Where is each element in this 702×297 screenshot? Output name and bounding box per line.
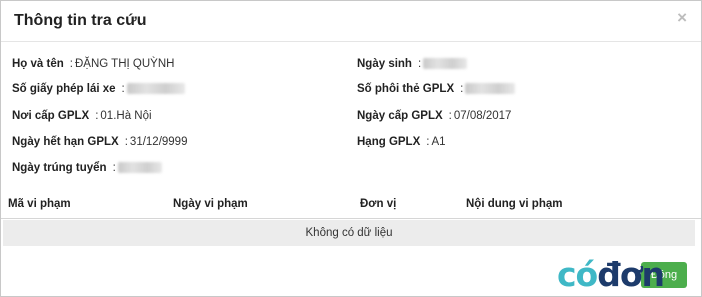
column-header-don-vi: Đơn vị — [360, 198, 397, 210]
field-label: Số giấy phép lái xe — [12, 83, 116, 95]
field-ho-va-ten: Họ và tên: ĐẶNG THỊ QUỲNH — [12, 58, 175, 70]
field-ngay-sinh: Ngày sinh: — [357, 58, 468, 70]
field-ngay-trung-tuyen: Ngày trúng tuyển: — [12, 162, 162, 174]
field-label: Ngày sinh — [357, 58, 412, 70]
dialog-header: Thông tin tra cứu × — [1, 1, 701, 42]
field-label: Số phôi thẻ GPLX — [357, 83, 455, 95]
field-label: Họ và tên — [12, 58, 64, 70]
lookup-dialog: Thông tin tra cứu × Họ và tên: ĐẶNG THỊ Q… — [0, 0, 702, 297]
field-label: Ngày cấp GPLX — [357, 110, 443, 122]
table-empty-row: Không có dữ liệu — [3, 220, 695, 246]
field-value: ĐẶNG THỊ QUỲNH — [74, 58, 175, 70]
dialog-title: Thông tin tra cứu — [14, 12, 147, 29]
field-value: 31/12/9999 — [129, 136, 188, 148]
column-header-ngay-vi-pham: Ngày vi phạm — [173, 198, 248, 210]
field-value: A1 — [431, 136, 446, 148]
field-noi-cap: Nơi cấp GPLX:01.Hà Nội — [12, 110, 152, 122]
field-hang: Hạng GPLX: A1 — [357, 136, 446, 148]
redacted-value — [126, 83, 185, 95]
close-icon[interactable]: × — [677, 9, 687, 26]
redacted-value — [423, 58, 468, 70]
field-label: Ngày hết hạn GPLX — [12, 136, 119, 148]
field-label: Hạng GPLX — [357, 136, 421, 148]
field-so-giay-phep: Số giấy phép lái xe: — [12, 83, 185, 95]
field-value: 01.Hà Nội — [100, 110, 152, 122]
field-ngay-het-han: Ngày hết hạn GPLX:31/12/9999 — [12, 136, 188, 148]
field-ngay-cap: Ngày cấp GPLX:07/08/2017 — [357, 110, 512, 122]
redacted-value — [117, 162, 162, 174]
field-value: 07/08/2017 — [453, 110, 512, 122]
violations-table-header: Mã vi phạm Ngày vi phạm Đơn vị Nội dung … — [1, 193, 701, 219]
field-label: Nơi cấp GPLX — [12, 110, 90, 122]
field-label: Ngày trúng tuyển — [12, 162, 107, 174]
column-header-ma-vi-pham: Mã vi phạm — [8, 198, 71, 210]
watermark-logo: cóđơn — [557, 255, 665, 294]
column-header-noi-dung-vi-pham: Nội dung vi phạm — [466, 198, 563, 210]
redacted-value — [465, 83, 516, 95]
field-so-phoi-the: Số phôi thẻ GPLX: — [357, 83, 516, 95]
